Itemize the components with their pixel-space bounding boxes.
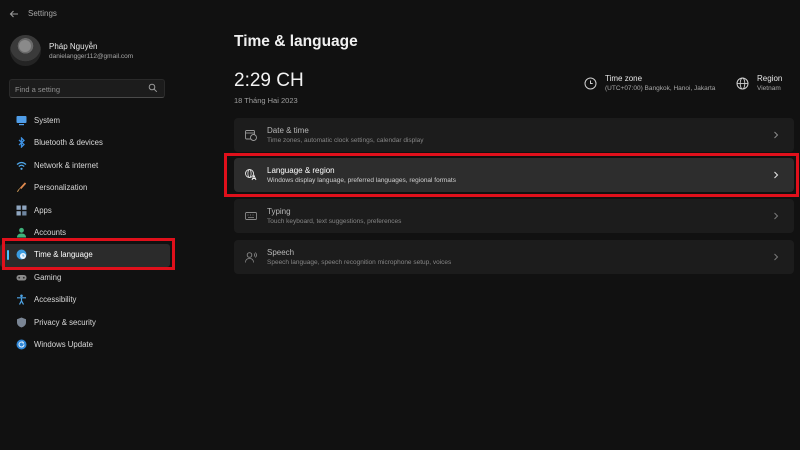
back-button[interactable]: [8, 8, 20, 20]
sidebar-item-accounts[interactable]: Accounts: [0, 222, 170, 244]
accessibility-icon: [17, 294, 26, 305]
sidebar: Pháp Nguyễn danielangger112@gmail.com Sy…: [0, 28, 180, 450]
sidebar-item-label: Accessibility: [34, 295, 77, 305]
sidebar-item-label: Network & internet: [34, 160, 99, 170]
sidebar-item-privacy[interactable]: Privacy & security: [0, 312, 170, 334]
apps-icon: [16, 205, 27, 216]
sidebar-item-label: Personalization: [34, 183, 88, 193]
globe-icon: [736, 77, 749, 90]
search-box[interactable]: [9, 79, 165, 98]
sidebar-item-apps[interactable]: Apps: [0, 200, 170, 222]
card-language-region[interactable]: Language & region Windows display langua…: [234, 158, 794, 192]
time-zone-title: Time zone: [605, 74, 643, 83]
page-title: Time & language: [234, 33, 358, 50]
sidebar-item-network[interactable]: Network & internet: [0, 155, 170, 177]
user-profile[interactable]: Pháp Nguyễn danielangger112@gmail.com: [10, 32, 180, 72]
sidebar-item-personalization[interactable]: Personalization: [0, 177, 170, 199]
card-description: Time zones, automatic clock settings, ca…: [267, 137, 424, 144]
language-icon: [245, 169, 257, 181]
person-icon: [17, 227, 26, 238]
gamepad-icon: [16, 274, 27, 281]
chevron-right-icon: [774, 212, 779, 220]
search-input[interactable]: [15, 82, 145, 96]
keyboard-icon: [245, 212, 257, 220]
monitor-icon: [16, 116, 27, 126]
sidebar-item-time-language[interactable]: Time & language: [0, 244, 170, 267]
sidebar-item-system[interactable]: System: [0, 110, 170, 132]
sidebar-item-windows-update[interactable]: Windows Update: [0, 334, 170, 356]
region-title: Region: [757, 74, 783, 83]
current-date: 18 Tháng Hai 2023: [234, 96, 298, 105]
globe-clock-icon: [584, 77, 597, 90]
sidebar-item-label: Accounts: [34, 227, 67, 237]
time-zone-info[interactable]: Time zone (UTC+07:00) Bangkok, Hanoi, Ja…: [584, 72, 734, 100]
card-description: Windows display language, preferred lang…: [267, 177, 456, 184]
update-icon: [16, 339, 27, 350]
chevron-right-icon: [774, 171, 779, 179]
globe-clock-icon: [16, 249, 27, 260]
card-description: Speech language, speech recognition micr…: [267, 259, 452, 266]
card-speech[interactable]: Speech Speech language, speech recogniti…: [234, 240, 794, 274]
sidebar-item-gaming[interactable]: Gaming: [0, 267, 170, 289]
wifi-icon: [16, 161, 27, 170]
sidebar-item-label: System: [34, 116, 60, 125]
speech-icon: [245, 252, 257, 263]
card-typing[interactable]: Typing Touch keyboard, text suggestions,…: [234, 199, 794, 233]
bluetooth-icon: [18, 137, 25, 149]
sidebar-item-label: Gaming: [34, 272, 62, 282]
calendar-clock-icon: [245, 130, 257, 141]
sidebar-nav: System Bluetooth & devices Network & int…: [0, 110, 180, 356]
search-icon[interactable]: [148, 83, 158, 93]
chevron-right-icon: [774, 253, 779, 261]
card-title: Date & time: [267, 126, 309, 135]
sidebar-item-label: Time & language: [34, 250, 93, 260]
sidebar-item-label: Bluetooth & devices: [34, 138, 103, 148]
sidebar-item-label: Apps: [34, 205, 52, 215]
user-name: Pháp Nguyễn: [49, 42, 98, 51]
shield-icon: [17, 317, 26, 328]
main-content: Time & language 2:29 CH 18 Tháng Hai 202…: [234, 0, 800, 450]
back-arrow-icon: [9, 10, 18, 18]
time-zone-value: (UTC+07:00) Bangkok, Hanoi, Jakarta: [605, 85, 716, 92]
card-title: Speech: [267, 248, 295, 257]
current-time: 2:29 CH: [234, 70, 304, 91]
chevron-right-icon: [774, 131, 779, 139]
brush-icon: [17, 182, 27, 193]
sidebar-item-label: Windows Update: [34, 339, 93, 349]
sidebar-item-bluetooth[interactable]: Bluetooth & devices: [0, 132, 170, 154]
sidebar-item-label: Privacy & security: [34, 317, 96, 327]
card-title: Language & region: [267, 166, 335, 175]
user-email: danielangger112@gmail.com: [49, 53, 134, 60]
region-value: Vietnam: [757, 85, 781, 92]
card-title: Typing: [267, 207, 291, 216]
sidebar-item-accessibility[interactable]: Accessibility: [0, 289, 170, 311]
card-description: Touch keyboard, text suggestions, prefer…: [267, 218, 402, 225]
card-date-time[interactable]: Date & time Time zones, automatic clock …: [234, 118, 794, 152]
app-title: Settings: [28, 9, 57, 18]
avatar[interactable]: [10, 35, 41, 66]
region-info[interactable]: Region Vietnam: [736, 72, 796, 100]
